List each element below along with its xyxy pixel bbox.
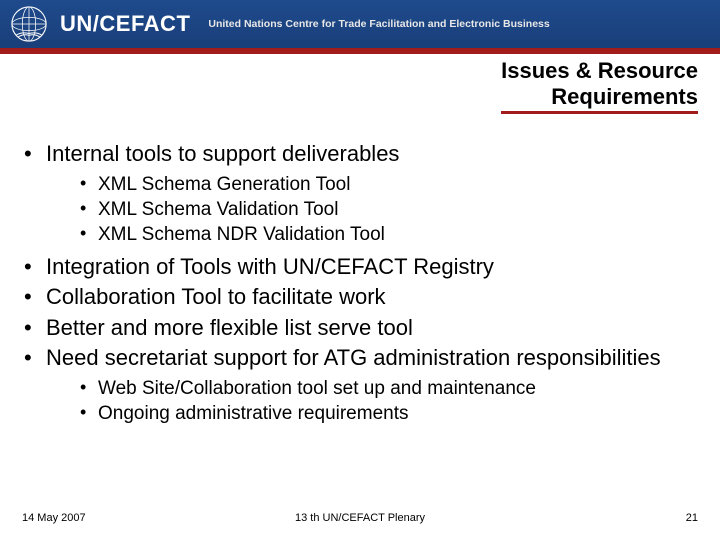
footer-page: 21 [686, 512, 698, 524]
bullet-4: Better and more flexible list serve tool [18, 314, 702, 342]
un-emblem-icon [10, 5, 48, 43]
bullet-5-text: Need secretariat support for ATG adminis… [46, 345, 661, 370]
bullet-5: Need secretariat support for ATG adminis… [18, 344, 702, 426]
header-subtitle: United Nations Centre for Trade Facilita… [208, 18, 549, 30]
bullet-5-sub-2: Ongoing administrative requirements [46, 401, 702, 426]
bullet-1-sub-3: XML Schema NDR Validation Tool [46, 222, 702, 247]
footer-center: 13 th UN/CEFACT Plenary [295, 512, 425, 524]
slide-header: UN/CEFACT United Nations Centre for Trad… [0, 0, 720, 48]
title-area: Issues & Resource Requirements [0, 54, 720, 116]
bullet-2: Integration of Tools with UN/CEFACT Regi… [18, 253, 702, 281]
brand-text: UN/CEFACT [60, 11, 190, 37]
footer-date: 14 May 2007 [22, 512, 86, 524]
slide-content: Internal tools to support deliverables X… [0, 116, 720, 426]
bullet-1-sub-1: XML Schema Generation Tool [46, 172, 702, 197]
slide-title: Issues & Resource Requirements [501, 58, 698, 114]
title-line-1: Issues & Resource [501, 58, 698, 83]
title-line-2: Requirements [551, 84, 698, 109]
bullet-1: Internal tools to support deliverables X… [18, 140, 702, 247]
slide-footer: 14 May 2007 13 th UN/CEFACT Plenary 21 [0, 512, 720, 524]
bullet-3: Collaboration Tool to facilitate work [18, 283, 702, 311]
bullet-1-text: Internal tools to support deliverables [46, 141, 399, 166]
bullet-1-sub-2: XML Schema Validation Tool [46, 197, 702, 222]
bullet-5-sub-1: Web Site/Collaboration tool set up and m… [46, 376, 702, 401]
